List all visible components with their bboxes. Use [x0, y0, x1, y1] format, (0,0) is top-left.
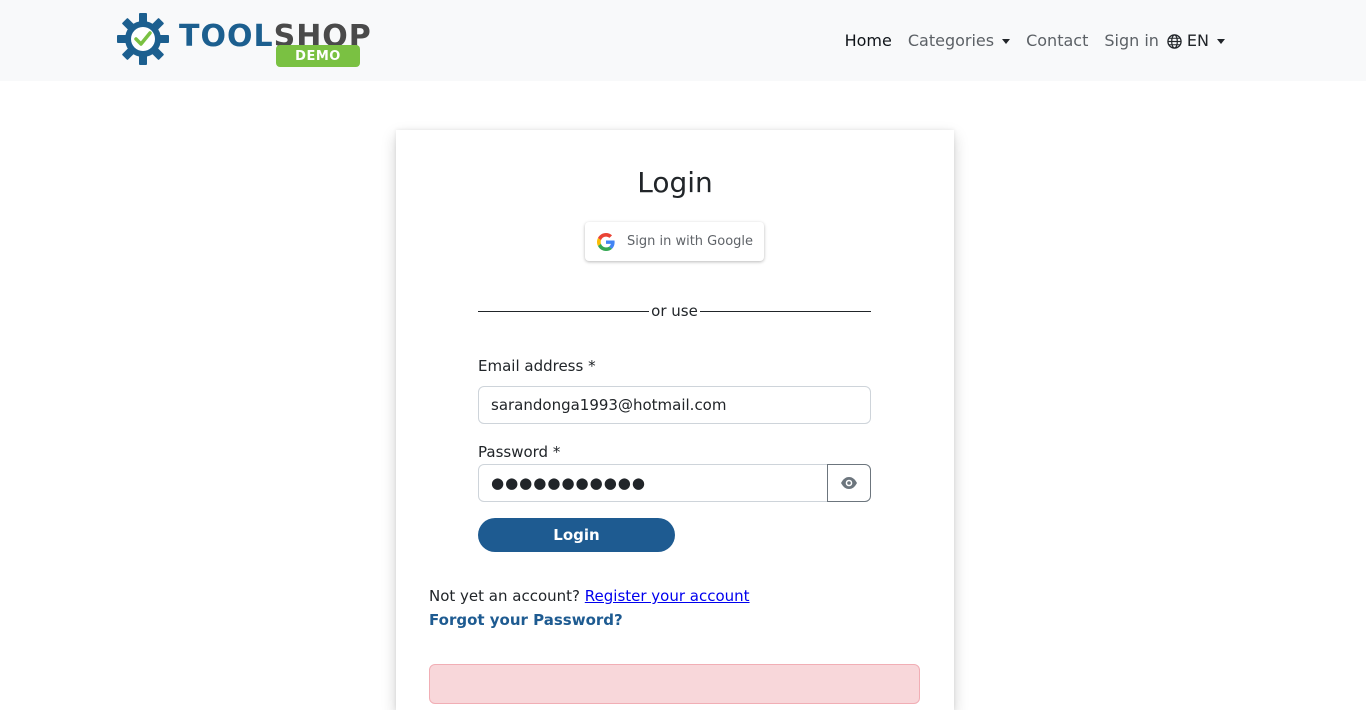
- nav-sign-in-label: Sign in: [1104, 31, 1159, 50]
- password-field[interactable]: ●●●●●●●●●●●: [478, 464, 828, 502]
- gear-check-icon: [117, 13, 169, 65]
- brand-demo-badge: DEMO: [276, 45, 360, 67]
- nav-sign-in[interactable]: Sign in: [1096, 28, 1163, 54]
- nav-home-label: Home: [844, 31, 892, 50]
- password-label: Password *: [478, 443, 561, 461]
- toggle-password-visibility-button[interactable]: [827, 464, 871, 502]
- nav-contact[interactable]: Contact: [1018, 28, 1096, 54]
- language-label: EN: [1186, 31, 1209, 50]
- page-title: Login: [637, 166, 713, 199]
- google-sign-in-label: Sign in with Google: [627, 234, 754, 249]
- language-dropdown[interactable]: EN: [1163, 28, 1233, 54]
- login-card: Login Sign in with Google or use Email a…: [396, 130, 954, 710]
- navbar: TOOLSHOP DEMO Home Categories Contact Si…: [0, 0, 1366, 81]
- nav-categories-label: Categories: [907, 31, 995, 50]
- error-alert: [429, 664, 920, 704]
- caret-down-icon: [1002, 38, 1011, 44]
- google-g-icon: [597, 232, 615, 251]
- nav-categories-dropdown[interactable]: Categories: [900, 28, 1018, 54]
- forgot-password-link[interactable]: Forgot your Password?: [429, 611, 623, 629]
- brand-logo[interactable]: TOOLSHOP DEMO: [117, 13, 371, 69]
- register-prompt: Not yet an account? Register your accoun…: [429, 587, 750, 605]
- eye-icon: [841, 477, 857, 489]
- email-field[interactable]: sarandonga1993@hotmail.com: [478, 386, 871, 424]
- caret-down-icon: [1217, 38, 1225, 44]
- register-link[interactable]: Register your account: [585, 587, 750, 605]
- divider-line-right: [700, 311, 871, 312]
- login-submit-button[interactable]: Login: [478, 518, 675, 552]
- nav-contact-label: Contact: [1026, 31, 1089, 50]
- google-sign-in-button[interactable]: Sign in with Google: [585, 222, 764, 261]
- globe-icon: [1167, 33, 1182, 49]
- email-label: Email address *: [478, 357, 596, 375]
- or-divider: or use: [478, 300, 871, 324]
- brand-wordmark-tool: TOOL: [179, 19, 274, 54]
- nav-home[interactable]: Home: [837, 28, 900, 54]
- nav-menu: Home Categories Contact Sign in EN: [837, 28, 1233, 54]
- register-prompt-text: Not yet an account?: [429, 587, 580, 605]
